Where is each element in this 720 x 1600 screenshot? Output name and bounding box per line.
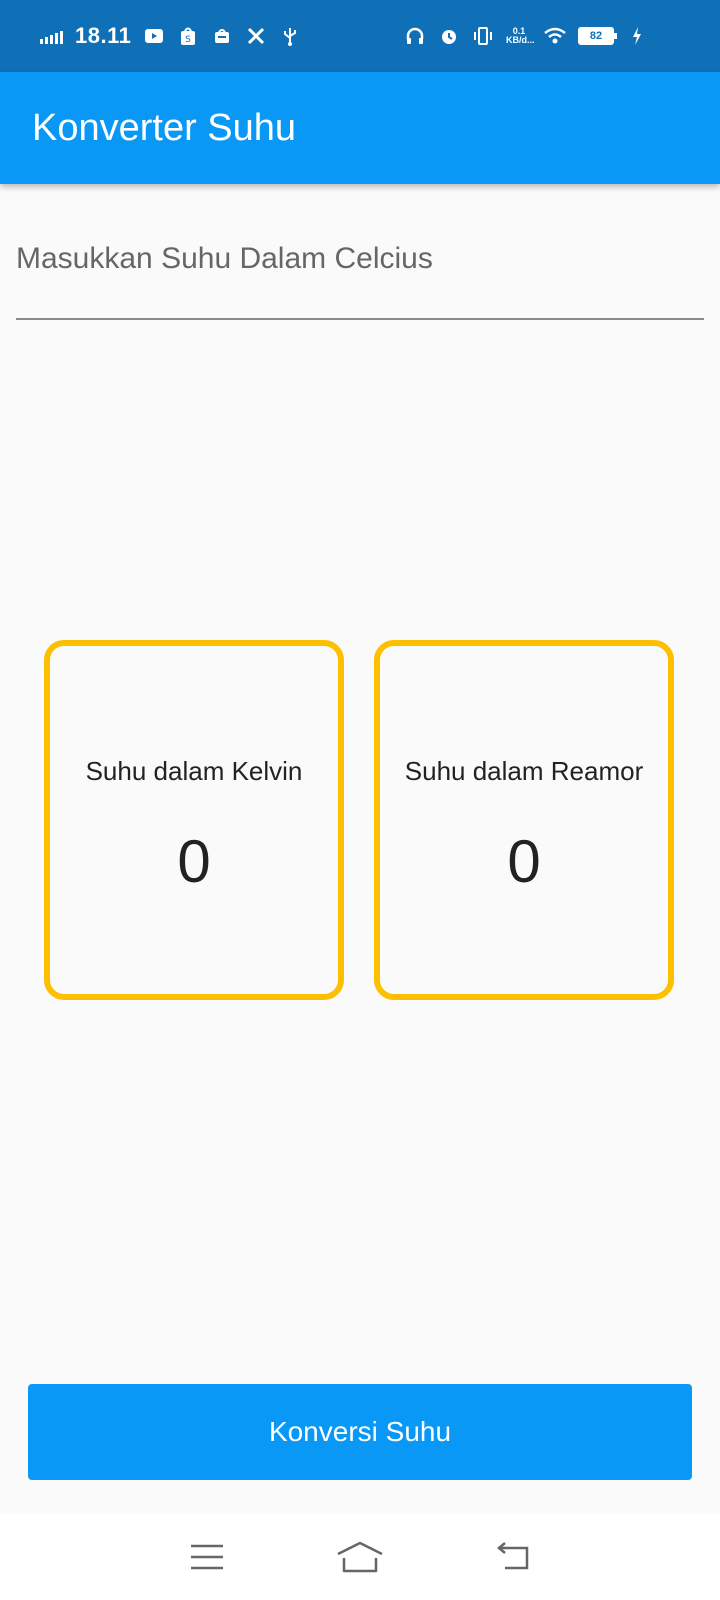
charging-icon — [626, 25, 648, 47]
reamor-value: 0 — [507, 828, 541, 895]
shop-bag-icon — [211, 25, 233, 47]
back-icon — [497, 1542, 529, 1570]
app-bar: Konverter Suhu — [0, 72, 720, 184]
alarm-icon — [438, 25, 460, 47]
back-button[interactable] — [483, 1532, 543, 1582]
reamor-result-card: Suhu dalam Reamor 0 — [374, 640, 674, 1000]
status-bar-left: 18.11 S — [40, 23, 301, 49]
status-time: 18.11 — [75, 23, 132, 48]
page-title: Konverter Suhu — [32, 106, 297, 149]
celsius-input[interactable] — [16, 224, 704, 294]
status-bar-right: 0.1 KB/d... 82 — [404, 25, 648, 47]
svg-text:S: S — [185, 35, 191, 45]
net-speed-unit: KB/d... — [506, 35, 535, 45]
headphones-icon — [404, 25, 426, 47]
shopee-icon: S — [177, 25, 199, 47]
battery-icon: 82 — [578, 27, 617, 45]
menu-icon — [190, 1544, 223, 1570]
kelvin-result-card: Suhu dalam Kelvin 0 — [44, 640, 344, 1000]
kelvin-label: Suhu dalam Kelvin — [85, 756, 303, 786]
signal-icon — [40, 28, 63, 44]
vibrate-icon — [472, 25, 494, 47]
menu-button[interactable] — [177, 1532, 237, 1582]
net-speed: 0.1 KB/d... — [506, 27, 535, 45]
system-nav-bar — [0, 1514, 720, 1600]
status-bar: 18.11 S 0.1 KB/d... 82 — [0, 0, 720, 72]
home-icon — [337, 1541, 383, 1573]
home-button[interactable] — [330, 1532, 390, 1582]
usb-icon — [279, 25, 301, 47]
youtube-icon — [143, 25, 165, 47]
tools-icon — [245, 25, 267, 47]
reamor-label: Suhu dalam Reamor — [404, 756, 644, 786]
wifi-icon — [544, 25, 566, 47]
kelvin-value: 0 — [177, 828, 211, 895]
celsius-input-container — [16, 224, 704, 320]
convert-button[interactable]: Konversi Suhu — [28, 1384, 692, 1480]
